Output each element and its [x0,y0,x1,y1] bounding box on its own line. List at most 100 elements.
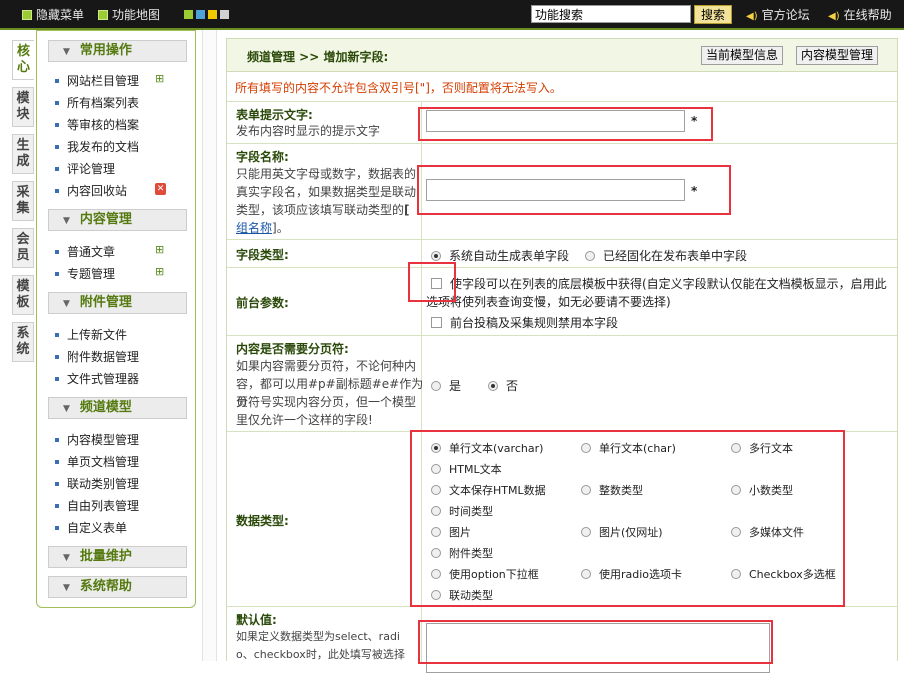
radio-icon [431,381,441,391]
menu-item-label: 联动类别管理 [67,477,140,491]
skin-gray-swatch[interactable] [220,10,229,19]
paging-yes-radio[interactable]: 是 [431,377,461,394]
menu-item-upload-file[interactable]: 上传新文件 [55,326,127,343]
clear-recycle-icon[interactable]: ✕ [155,183,166,195]
chevron-down-icon: ▼ [63,583,70,593]
menu-item-label: 专题管理 [67,267,116,281]
section-batch-maintain[interactable]: ▼ 批量维护 [48,546,187,568]
menu-item-site-columns[interactable]: 网站栏目管理 [55,72,139,89]
menu-item-single-page[interactable]: 单页文档管理 [55,453,139,470]
official-forum-label: 官方论坛 [761,8,810,22]
label-cell: 内容是否需要分页符: 如果内容需要分页符，不论何种内 容，都可以用#p#副标题#… [227,336,423,432]
menu-item-label: 普通文章 [67,245,116,259]
tab-collect[interactable]: 采集 [12,181,34,221]
bracket-close: ]。 [272,221,289,235]
menu-item-label: 网站栏目管理 [67,74,140,88]
add-icon[interactable]: ⊞ [155,244,167,256]
bracket-open: [ [404,203,410,217]
tab-generate[interactable]: 生成 [12,134,34,174]
chevron-down-icon: ▼ [63,404,70,414]
function-search-input[interactable] [531,5,691,23]
top-bar: 隐藏菜单 功能地图 搜索 ◀)官方论坛 ◀)在线帮助 [0,0,904,30]
tab-collect-label: 采集 [16,185,30,216]
panel-header: 频道管理 >> 增加新字段: 当前模型信息 内容模型管理 [227,39,897,72]
online-help-link[interactable]: ◀) 在线帮助 [828,6,892,23]
sidebar-splitter[interactable] [202,30,217,661]
menu-item-all-archives[interactable]: 所有档案列表 [55,94,139,111]
menu-item-recycle-bin[interactable]: 内容回收站 [55,182,127,199]
field-name-desc-1: 只能用英文字母或数字，数据表的 [236,167,417,181]
section-title: 频道模型 [79,400,132,415]
data-type-label: 数据类型: [236,514,289,528]
menu-item-file-manager[interactable]: 文件式管理器 [55,370,139,387]
hide-menu-button[interactable]: 隐藏菜单 [22,6,84,23]
speaker-icon: ◀) [828,11,840,22]
menu-item-label: 单页文档管理 [67,455,140,469]
official-forum-link[interactable]: ◀) 官方论坛 [746,6,810,23]
row-front-params: 前台参数: 使字段可以在列表的底层模板中获得(自定义字段默认仅能在文档模板显示，… [227,267,897,336]
bullet-icon [55,167,59,171]
disable-submit-checkbox[interactable]: 前台投稿及采集规则禁用本字段 [431,314,618,331]
chevron-down-icon: ▼ [63,47,70,57]
skin-yellow-swatch[interactable] [208,10,217,19]
menu-item-label: 等审核的档案 [67,118,140,132]
menu-item-pending-review[interactable]: 等审核的档案 [55,116,139,133]
menu-item-comments[interactable]: 评论管理 [55,160,115,177]
menu-item-content-model[interactable]: 内容模型管理 [55,431,139,448]
add-icon[interactable]: ⊞ [155,73,167,85]
list-field-checkbox[interactable]: 使字段可以在列表的底层模板中获得(自定义字段默认仅能在文档模板显示，启用此 [431,275,887,292]
row-field-type: 字段类型: 系统自动生成表单字段 已经固化在发布表单中字段 [227,239,897,268]
sidebar-menu: ▼ 常用操作 网站栏目管理 ⊞ 所有档案列表 等审核的档案 我发布的文档 评论管理… [36,30,196,608]
menu-item-topics[interactable]: 专题管理 [55,265,115,282]
section-common-ops[interactable]: ▼ 常用操作 [48,40,187,62]
tab-members[interactable]: 会员 [12,228,34,268]
section-system-help[interactable]: ▼ 系统帮助 [48,576,187,598]
label-cell: 字段名称: 只能用英文字母或数字，数据表的 真实字段名，如果数据类型是联动 类型… [227,144,422,240]
skin-green-swatch[interactable] [184,10,193,19]
menu-item-label: 附件数据管理 [67,350,140,364]
bullet-icon [55,189,59,193]
paging-label: 内容是否需要分页符: [236,342,349,356]
bullet-icon [55,482,59,486]
section-title: 批量维护 [79,549,132,564]
form-tip-desc: 发布内容时显示的提示文字 [236,124,381,138]
current-model-info-button[interactable]: 当前模型信息 [701,46,784,65]
tab-modules[interactable]: 模块 [12,87,34,127]
online-help-label: 在线帮助 [843,8,892,22]
paging-no-radio[interactable]: 否 [488,377,518,394]
skin-blue-swatch[interactable] [196,10,205,19]
menu-item-my-docs[interactable]: 我发布的文档 [55,138,139,155]
menu-item-label: 内容模型管理 [67,433,140,447]
tab-system[interactable]: 系统 [12,322,34,362]
tab-templates-label: 模板 [16,279,30,310]
add-icon[interactable]: ⊞ [155,266,167,278]
highlight-box [417,165,731,215]
menu-item-articles[interactable]: 普通文章 [55,243,115,260]
tab-system-label: 系统 [16,326,30,357]
section-content-manage[interactable]: ▼ 内容管理 [48,209,187,231]
field-type-fixed-radio[interactable]: 已经固化在发布表单中字段 [585,247,747,264]
speaker-icon: ◀) [746,11,758,22]
bullet-icon [55,145,59,149]
section-attachments[interactable]: ▼ 附件管理 [48,292,187,314]
menu-item-label: 内容回收站 [67,184,128,198]
menu-item-attachment-data[interactable]: 附件数据管理 [55,348,139,365]
group-name-link[interactable]: 组名称 [236,221,272,235]
menu-item-free-list[interactable]: 自由列表管理 [55,497,139,514]
tab-core[interactable]: 核心 [12,40,34,80]
option-label: 前台投稿及采集规则禁用本字段 [450,316,619,330]
search-button[interactable]: 搜索 [694,5,732,24]
tab-members-label: 会员 [16,232,30,263]
bullet-icon [55,438,59,442]
section-channel-model[interactable]: ▼ 频道模型 [48,397,187,419]
menu-item-linkage-category[interactable]: 联动类别管理 [55,475,139,492]
default-value-desc-2: o、checkbox时，此处填写被选择 [236,648,405,661]
option-label: 系统自动生成表单字段 [449,249,570,263]
content-model-manage-button[interactable]: 内容模型管理 [796,46,879,65]
section-title: 常用操作 [79,43,132,58]
section-title: 系统帮助 [79,579,132,594]
bullet-icon [55,504,59,508]
menu-item-custom-form[interactable]: 自定义表单 [55,519,127,536]
function-map-button[interactable]: 功能地图 [98,6,160,23]
tab-templates[interactable]: 模板 [12,275,34,315]
